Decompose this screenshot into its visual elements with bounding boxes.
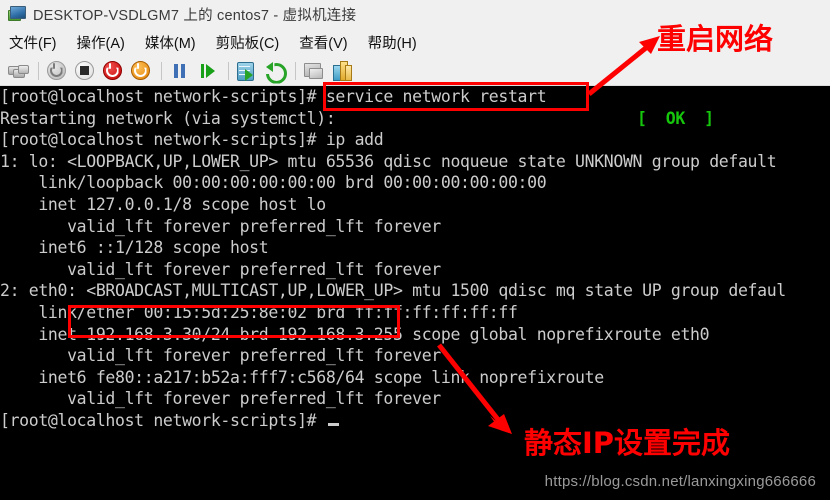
shutdown-icon[interactable] <box>100 59 125 83</box>
window-title: DESKTOP-VSDLGM7 上的 centos7 - 虚拟机连接 <box>33 7 357 24</box>
enhanced-session-icon[interactable] <box>301 59 326 83</box>
terminal-screen[interactable]: [root@localhost network-scripts]# servic… <box>0 86 830 466</box>
toolbar-separator-2 <box>161 61 162 80</box>
pause-icon[interactable] <box>167 59 192 83</box>
start-icon[interactable] <box>44 59 69 83</box>
menu-item-file[interactable]: 文件(F) <box>9 32 57 53</box>
toolbar-separator-3 <box>228 61 229 80</box>
virtual-machine-connection-icon <box>8 6 26 22</box>
reset-icon[interactable] <box>128 59 153 83</box>
terminal-line: link/loopback 00:00:00:00:00:00 brd 00:0… <box>0 173 547 193</box>
terminal-cursor <box>327 422 339 426</box>
terminal-line: valid_lft forever preferred_lft forever <box>0 346 441 366</box>
menu-item-view[interactable]: 查看(V) <box>299 32 347 53</box>
terminal-line: inet 127.0.0.1/8 scope host lo <box>0 194 326 214</box>
terminal-line: link/ether 00:15:5d:25:8e:02 brd ff:ff:f… <box>0 302 518 322</box>
annotation-static-ip-done: 静态IP设置完成 <box>524 426 731 460</box>
terminal-line: inet6 fe80::a217:b52a:fff7:c568/64 scope… <box>0 367 604 387</box>
menu-item-clipboard[interactable]: 剪贴板(C) <box>216 32 280 53</box>
terminal-line: valid_lft forever preferred_lft forever <box>0 389 441 409</box>
terminal-line: inet 192.168.3.30/24 brd 192.168.3.255 s… <box>0 324 710 344</box>
terminal-line: inet6 ::1/128 scope host <box>0 238 269 258</box>
terminal-line: 1: lo: <LOOPBACK,UP,LOWER_UP> mtu 65536 … <box>0 151 777 171</box>
settings-icon[interactable] <box>329 59 354 83</box>
terminal-line: valid_lft forever preferred_lft forever <box>0 259 441 279</box>
menu-item-action[interactable]: 操作(A) <box>77 32 125 53</box>
status-badge-ok: [ OK ] <box>637 108 714 128</box>
terminal-line: [root@localhost network-scripts]# ip add <box>0 130 384 150</box>
terminal-line: valid_lft forever preferred_lft forever <box>0 216 441 236</box>
menu-item-media[interactable]: 媒体(M) <box>145 32 196 53</box>
toolbar-separator-4 <box>295 61 296 80</box>
ctrl-alt-del-icon[interactable] <box>5 59 30 83</box>
terminal-line: [root@localhost network-scripts]# servic… <box>0 87 547 106</box>
annotation-restart-network: 重启网络 <box>657 22 774 56</box>
menu-item-help[interactable]: 帮助(H) <box>368 32 417 53</box>
terminal-line: 2: eth0: <BROADCAST,MULTICAST,UP,LOWER_U… <box>0 281 786 301</box>
turn-off-icon[interactable] <box>72 59 97 83</box>
checkpoint-icon[interactable] <box>234 59 259 83</box>
resume-icon[interactable] <box>195 59 220 83</box>
watermark-url: https://blog.csdn.net/lanxingxing666666 <box>0 466 830 500</box>
virtual-machine-connection-window: DESKTOP-VSDLGM7 上的 centos7 - 虚拟机连接 文件(F)… <box>0 0 830 500</box>
toolbar-separator-1 <box>38 61 39 80</box>
terminal-line: Restarting network (via systemctl):[ OK … <box>0 108 714 128</box>
toolbar <box>0 56 830 86</box>
revert-icon[interactable] <box>262 59 287 83</box>
